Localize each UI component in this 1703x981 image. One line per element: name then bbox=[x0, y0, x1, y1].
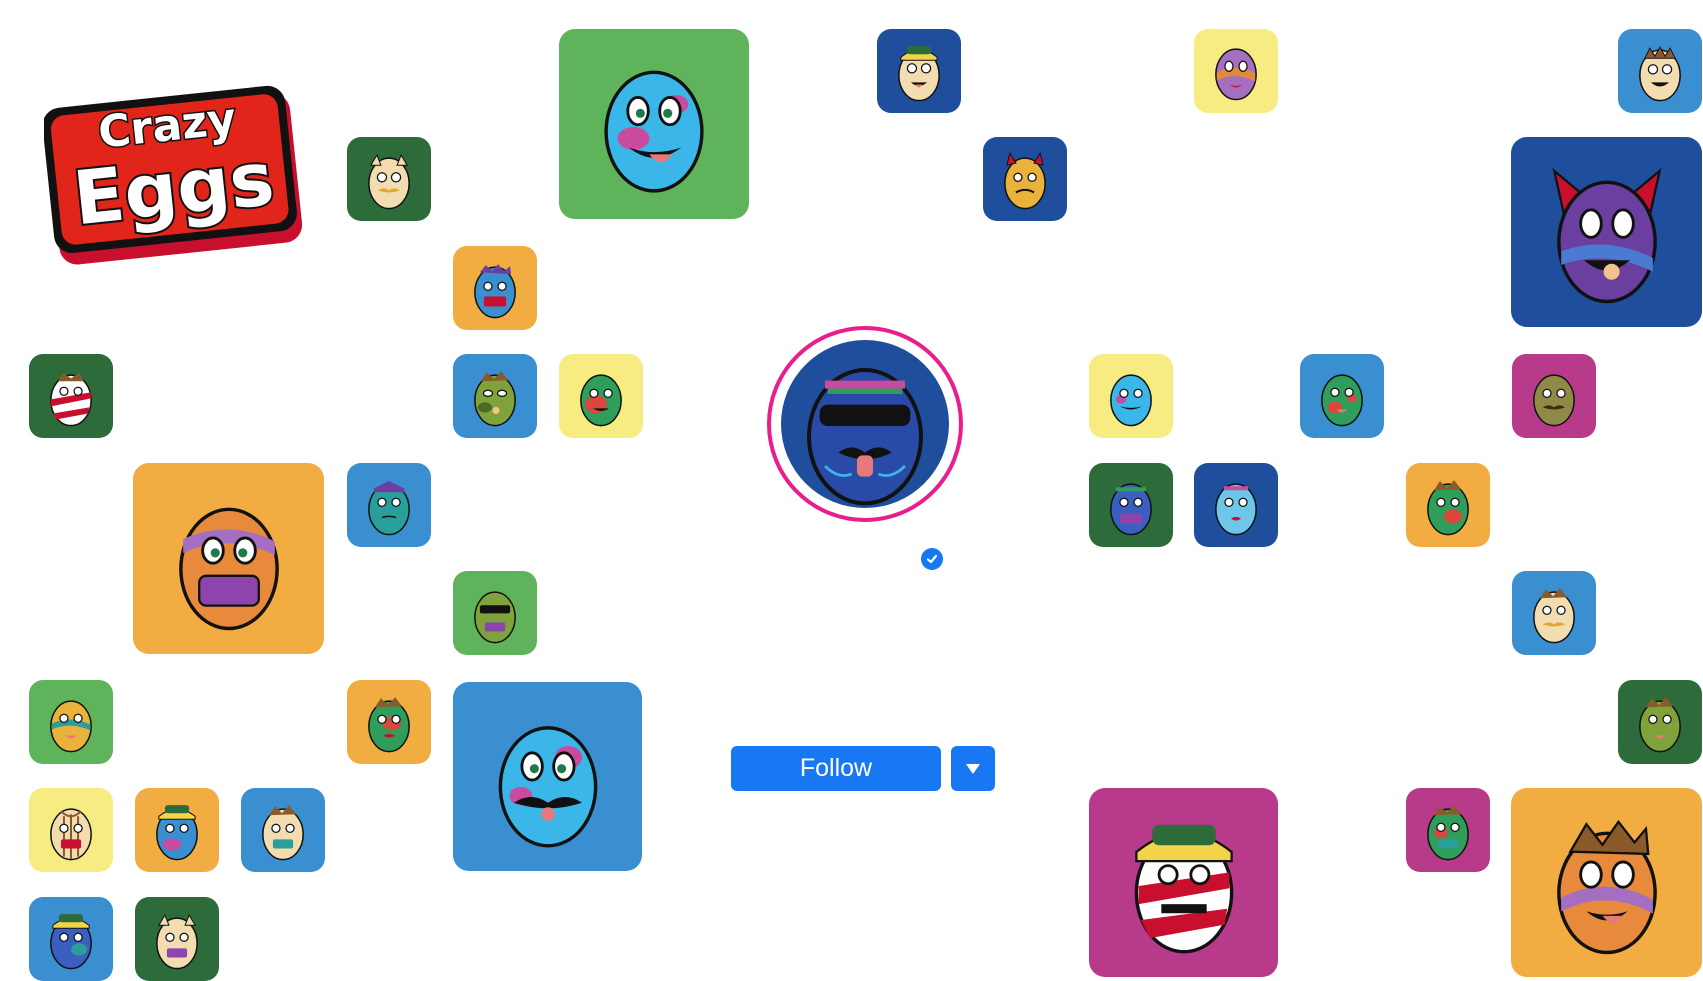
egg-icon bbox=[474, 264, 516, 319]
egg-icon bbox=[368, 697, 410, 753]
nft-tile[interactable] bbox=[135, 897, 219, 981]
nft-tile[interactable] bbox=[453, 682, 642, 871]
nft-tile[interactable] bbox=[347, 137, 431, 221]
nft-tile[interactable] bbox=[1406, 788, 1490, 872]
egg-icon bbox=[262, 805, 304, 861]
egg-icon bbox=[156, 914, 198, 970]
nft-tile[interactable] bbox=[347, 680, 431, 764]
egg-icon bbox=[474, 371, 516, 427]
nft-tile[interactable] bbox=[133, 463, 324, 654]
nft-tile[interactable] bbox=[1089, 788, 1278, 977]
egg-icon bbox=[50, 808, 92, 861]
nft-tile[interactable] bbox=[1512, 571, 1596, 655]
egg-icon bbox=[580, 374, 622, 427]
nft-tile[interactable] bbox=[29, 788, 113, 872]
nft-tile[interactable] bbox=[1618, 29, 1702, 113]
nft-tile[interactable] bbox=[1511, 788, 1702, 977]
egg-icon bbox=[178, 507, 279, 630]
egg-avatar-icon bbox=[807, 368, 923, 506]
egg-icon bbox=[1110, 483, 1152, 536]
caret-down-icon bbox=[966, 763, 980, 774]
egg-icon bbox=[898, 46, 940, 102]
egg-icon bbox=[498, 725, 597, 847]
egg-icon bbox=[156, 805, 198, 861]
nft-tile[interactable] bbox=[1406, 463, 1490, 547]
egg-icon bbox=[1134, 824, 1233, 953]
nft-tile[interactable] bbox=[29, 354, 113, 438]
nft-tile[interactable] bbox=[559, 354, 643, 438]
follow-button[interactable]: Follow bbox=[731, 746, 941, 791]
follow-options-button[interactable] bbox=[951, 746, 995, 791]
egg-icon bbox=[1556, 819, 1657, 954]
nft-tile[interactable] bbox=[1300, 354, 1384, 438]
nft-tile[interactable] bbox=[1089, 463, 1173, 547]
egg-icon bbox=[1533, 588, 1575, 644]
egg-icon bbox=[604, 70, 704, 193]
profile-avatar[interactable] bbox=[767, 326, 963, 522]
nft-tile[interactable] bbox=[1194, 463, 1278, 547]
nft-tile[interactable] bbox=[559, 29, 749, 219]
egg-icon bbox=[1215, 48, 1257, 101]
nft-tile[interactable] bbox=[1089, 354, 1173, 438]
nft-tile[interactable] bbox=[1511, 137, 1702, 327]
egg-icon bbox=[50, 700, 92, 753]
egg-icon bbox=[474, 591, 516, 644]
egg-icon bbox=[1427, 805, 1469, 861]
egg-icon bbox=[1110, 374, 1152, 427]
nft-tile[interactable] bbox=[135, 788, 219, 872]
egg-icon bbox=[1215, 483, 1257, 536]
egg-icon bbox=[1533, 374, 1575, 427]
nft-tile[interactable] bbox=[29, 897, 113, 981]
egg-icon bbox=[1321, 374, 1363, 427]
nft-tile[interactable] bbox=[877, 29, 961, 113]
nft-tile[interactable] bbox=[347, 463, 431, 547]
nft-tile[interactable] bbox=[1194, 29, 1278, 113]
egg-icon bbox=[368, 154, 410, 210]
collection-banner: Crazy Eggs Follow bbox=[0, 0, 1703, 981]
egg-icon bbox=[1639, 46, 1681, 102]
nft-tile[interactable] bbox=[241, 788, 325, 872]
verified-check-icon bbox=[921, 548, 943, 570]
nft-tile[interactable] bbox=[29, 680, 113, 764]
nft-tile[interactable] bbox=[453, 354, 537, 438]
egg-icon bbox=[1639, 697, 1681, 753]
nft-tile[interactable] bbox=[453, 571, 537, 655]
nft-tile[interactable] bbox=[1618, 680, 1702, 764]
nft-tile[interactable] bbox=[983, 137, 1067, 221]
egg-icon bbox=[1427, 480, 1469, 536]
avatar bbox=[781, 340, 949, 508]
nft-tile[interactable] bbox=[1512, 354, 1596, 438]
egg-icon bbox=[50, 373, 92, 427]
egg-icon bbox=[50, 914, 92, 970]
nft-tile[interactable] bbox=[453, 246, 537, 330]
crazy-eggs-logo: Crazy Eggs bbox=[44, 85, 303, 265]
egg-icon bbox=[1551, 167, 1662, 304]
egg-icon bbox=[1004, 151, 1046, 210]
egg-icon bbox=[368, 481, 410, 536]
